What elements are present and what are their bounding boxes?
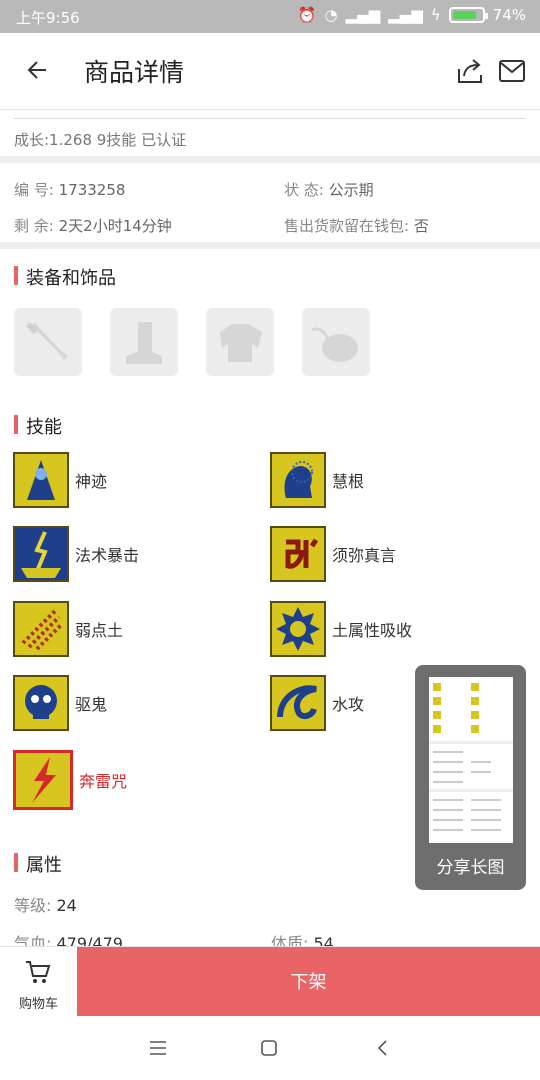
- back-nav-icon[interactable]: [373, 1038, 393, 1058]
- equipment-section-title: 装备和饰品: [14, 264, 116, 290]
- item-state-label: 状 态:: [284, 181, 324, 199]
- bottom-action-bar: 购物车 下架: [0, 946, 540, 1017]
- status-time: 上午9:56: [16, 9, 80, 27]
- earth-absorb-icon: [270, 601, 326, 657]
- section-separator: [0, 156, 540, 163]
- accessory-icon: [311, 327, 358, 362]
- time-remaining: 剩 余: 2天2小时14分钟: [14, 215, 172, 236]
- skill-item[interactable]: 须弥真言: [270, 526, 396, 582]
- item-id-label: 编 号:: [14, 181, 54, 199]
- back-arrow-icon[interactable]: [24, 55, 54, 85]
- skill-item[interactable]: 神迹: [13, 452, 107, 508]
- skill-name: 土属性吸收: [332, 621, 413, 640]
- mail-icon[interactable]: [498, 58, 526, 84]
- item-id-value: 1733258: [58, 181, 126, 199]
- cart-button[interactable]: 购物车: [0, 947, 77, 1017]
- attributes-section-title: 属性: [14, 851, 62, 877]
- skill-item[interactable]: 弱点土: [13, 601, 123, 657]
- wisdom-icon: [270, 452, 326, 508]
- skill-item[interactable]: 土属性吸收: [270, 601, 412, 657]
- attr-level-value: 24: [56, 896, 77, 915]
- skill-item[interactable]: 法术暴击: [13, 526, 139, 582]
- status-bar: 上午9:56 ⏰ ◔ ▂▄▆ ▂▄▆ ϟ 74%: [0, 0, 540, 33]
- growth-text: 成长:1.268 9技能 已认证: [14, 131, 187, 149]
- wallet-option-label: 售出货款留在钱包:: [284, 217, 410, 235]
- divider: [14, 118, 526, 119]
- skill-name: 弱点土: [75, 621, 124, 640]
- battery-percent: 74%: [492, 6, 526, 24]
- mantra-icon: [270, 526, 326, 582]
- skill-item[interactable]: 驱鬼: [13, 675, 107, 731]
- skill-name: 驱鬼: [75, 695, 108, 714]
- time-remaining-value: 2天2小时14分钟: [58, 217, 172, 235]
- thunder-icon: [13, 750, 73, 810]
- skill-item[interactable]: 慧根: [270, 452, 364, 508]
- menu-icon[interactable]: [148, 1038, 168, 1058]
- water-attack-icon: [270, 675, 326, 731]
- share-icon[interactable]: [456, 57, 484, 85]
- battery-icon: [448, 7, 488, 23]
- item-id: 编 号: 1733258: [14, 179, 125, 200]
- long-image-preview: [429, 677, 513, 843]
- attr-level: 等级: 24: [14, 892, 77, 916]
- exorcise-icon: [13, 675, 69, 731]
- signal-icon: ▂▄▆: [345, 6, 381, 24]
- app-header: 商品详情: [0, 33, 540, 110]
- skills-section-title: 技能: [14, 413, 62, 439]
- skill-name: 须弥真言: [332, 546, 397, 565]
- status-icons: ⏰ ◔ ▂▄▆ ▂▄▆ ϟ 74%: [298, 6, 526, 24]
- share-long-image-button[interactable]: 分享长图: [415, 665, 526, 890]
- cart-icon: [26, 961, 51, 983]
- spell-crit-icon: [13, 526, 69, 582]
- wallet-option: 售出货款留在钱包: 否: [284, 215, 429, 236]
- section-separator: [0, 242, 540, 249]
- system-nav-bar: [0, 1016, 540, 1080]
- miracle-icon: [13, 452, 69, 508]
- page-title: 商品详情: [84, 58, 185, 87]
- take-off-shelf-button[interactable]: 下架: [77, 947, 540, 1017]
- equip-slot-boots[interactable]: [110, 308, 178, 376]
- item-state-value: 公示期: [328, 181, 374, 199]
- skill-item-selected[interactable]: 奔雷咒: [13, 750, 127, 810]
- alarm-icon: ⏰: [297, 6, 317, 24]
- growth-row: 成长:1.268 9技能 已认证: [0, 110, 540, 156]
- wifi-icon: ◔: [324, 6, 338, 24]
- attr-level-label: 等级:: [14, 896, 52, 915]
- cart-label: 购物车: [18, 997, 58, 1012]
- weapon-icon: [26, 322, 68, 360]
- skill-item[interactable]: 水攻: [270, 675, 364, 731]
- earth-weakness-icon: [13, 601, 69, 657]
- armor-icon: [220, 324, 262, 362]
- boots-icon: [126, 322, 162, 364]
- time-remaining-label: 剩 余:: [14, 217, 54, 235]
- share-long-image-label: 分享长图: [436, 858, 505, 878]
- skill-name: 神迹: [75, 472, 108, 491]
- charging-icon: ϟ: [430, 6, 441, 24]
- item-state: 状 态: 公示期: [284, 179, 374, 200]
- skill-name: 法术暴击: [75, 546, 140, 565]
- home-icon[interactable]: [259, 1038, 279, 1058]
- skill-name: 奔雷咒: [79, 772, 128, 791]
- skill-name: 水攻: [332, 695, 365, 714]
- wallet-option-value: 否: [413, 217, 429, 235]
- equip-slot-accessory[interactable]: [302, 308, 370, 376]
- equip-slot-armor[interactable]: [206, 308, 274, 376]
- equip-slot-weapon[interactable]: [14, 308, 82, 376]
- signal-icon-2: ▂▄▆: [388, 6, 423, 24]
- skill-name: 慧根: [332, 472, 365, 491]
